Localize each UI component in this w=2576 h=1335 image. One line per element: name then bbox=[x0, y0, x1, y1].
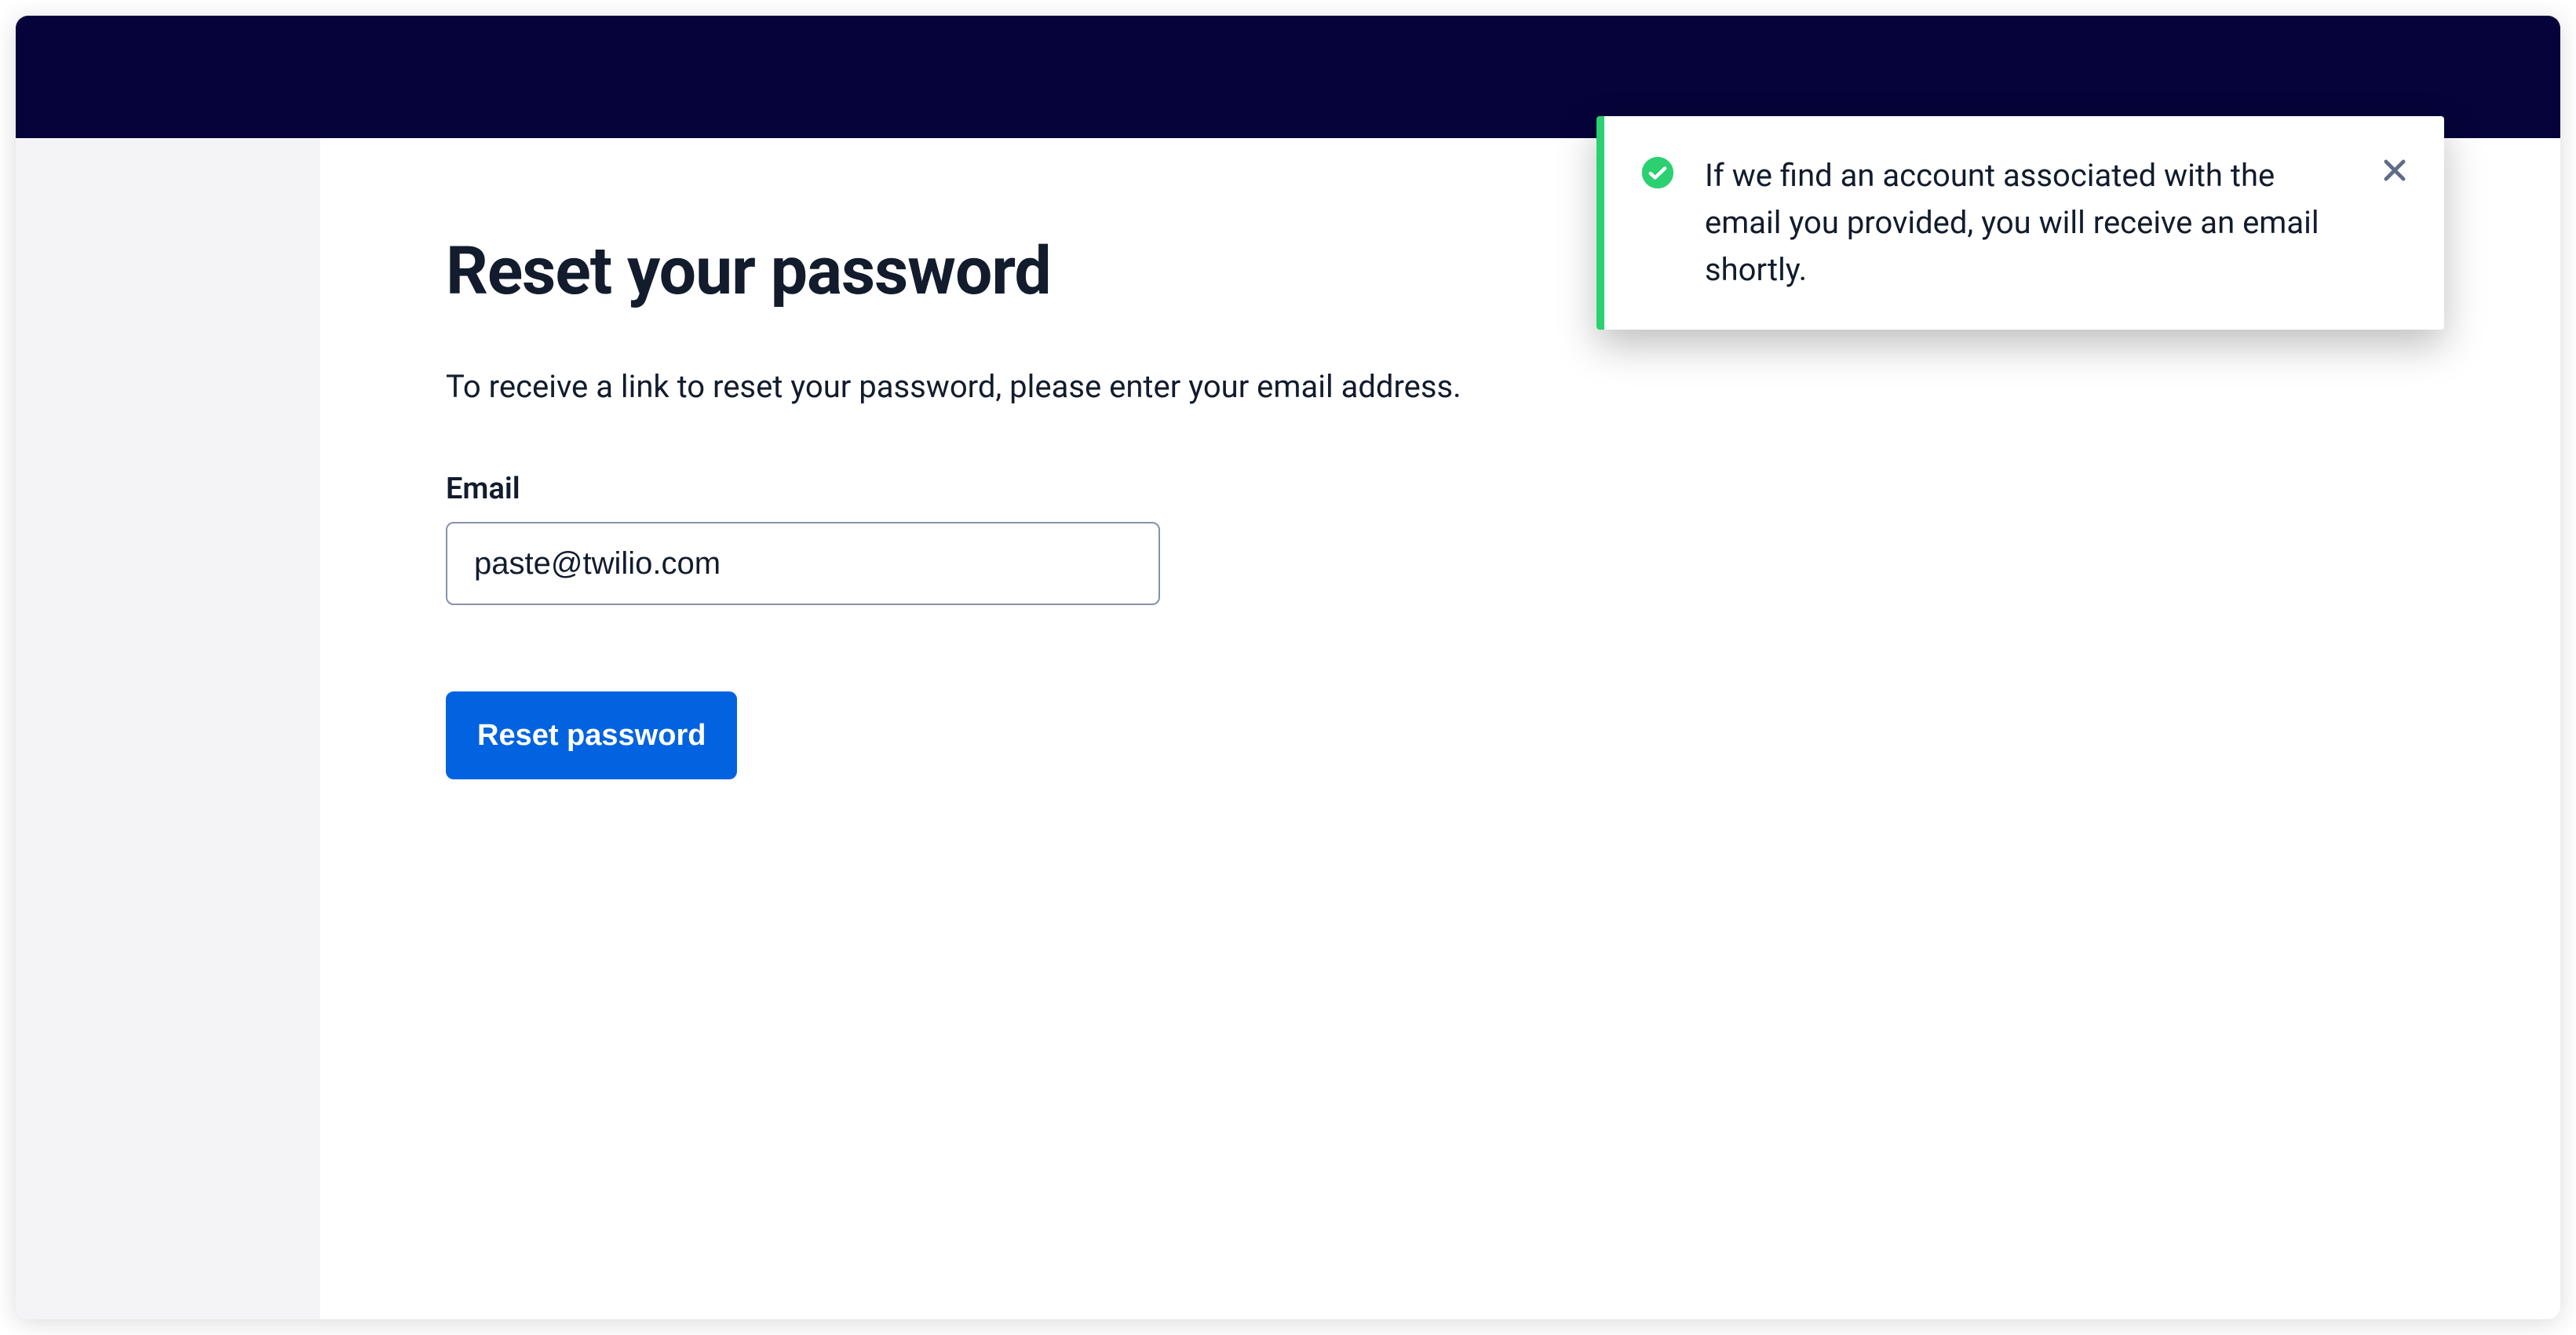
email-label: Email bbox=[446, 472, 2435, 506]
reset-password-button[interactable]: Reset password bbox=[446, 691, 737, 779]
instruction-text: To receive a link to reset your password… bbox=[446, 365, 2435, 409]
email-field[interactable] bbox=[446, 522, 1160, 605]
check-circle-icon bbox=[1640, 155, 1675, 190]
toast-success: If we find an account associated with th… bbox=[1596, 116, 2444, 330]
sidebar-spacer bbox=[16, 138, 320, 1319]
app-window: Reset your password To receive a link to… bbox=[16, 16, 2560, 1319]
toast-message: If we find an account associated with th… bbox=[1705, 152, 2347, 294]
close-icon[interactable] bbox=[2377, 152, 2413, 188]
